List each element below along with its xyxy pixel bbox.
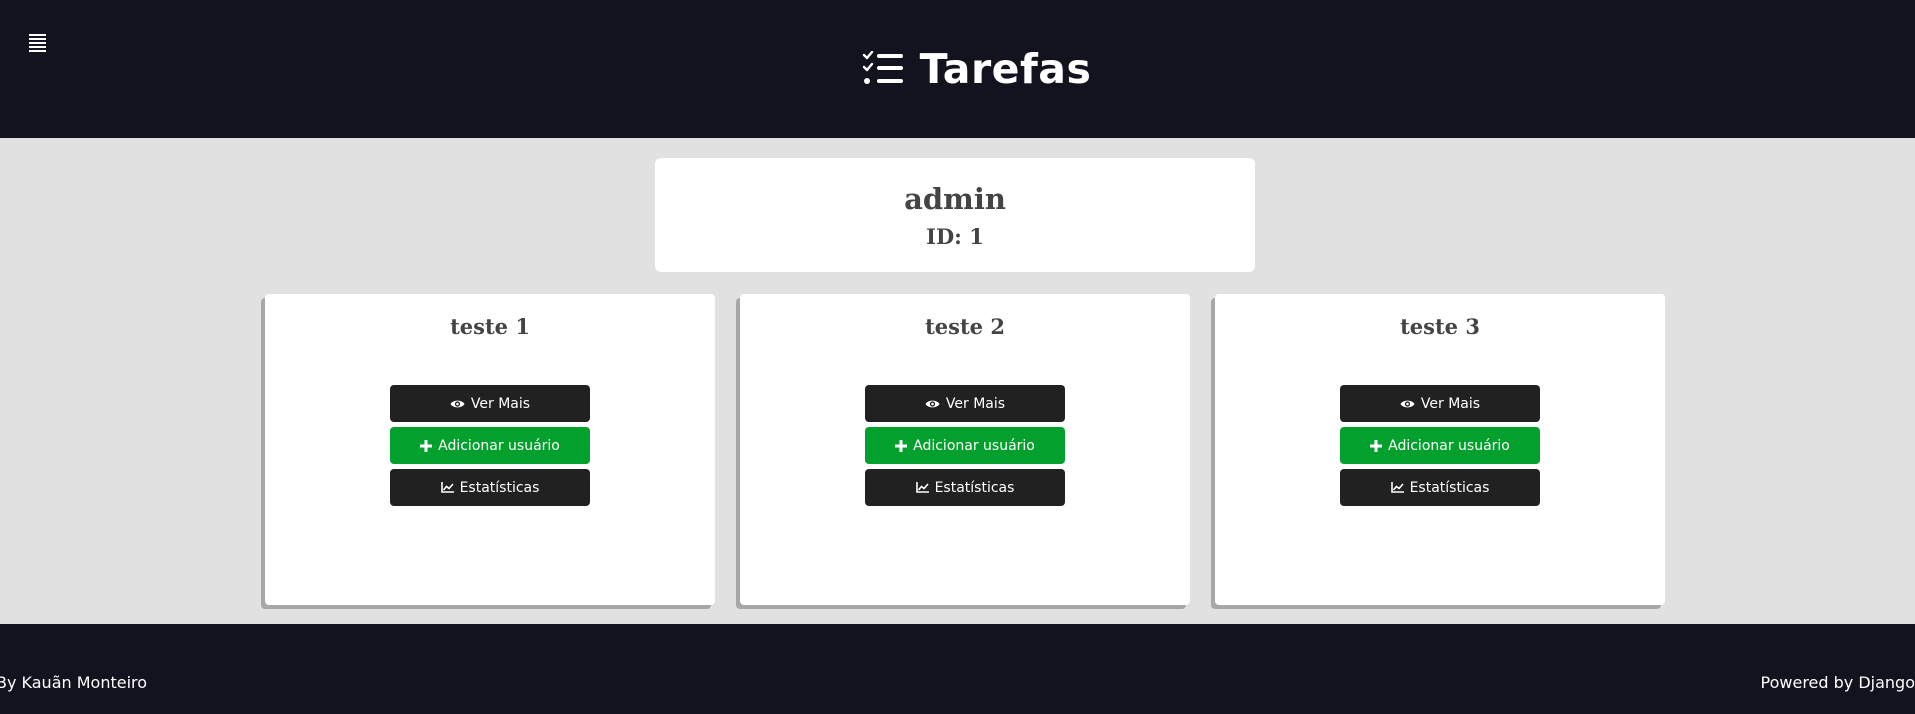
user-name: admin [904, 182, 1006, 216]
task-title: teste 2 [925, 314, 1005, 339]
view-more-label: Ver Mais [945, 395, 1006, 412]
statistics-button[interactable]: Estatísticas [1340, 469, 1540, 506]
view-more-button[interactable]: Ver Mais [865, 385, 1065, 422]
statistics-label: Estatísticas [459, 479, 540, 496]
task-title: teste 3 [1400, 314, 1480, 339]
view-more-label: Ver Mais [470, 395, 531, 412]
task-list-check-icon [862, 51, 903, 84]
add-user-label: Adicionar usuário [438, 437, 560, 454]
plus-icon [1370, 439, 1383, 452]
statistics-button[interactable]: Estatísticas [865, 469, 1065, 506]
task-card: teste 3 Ver Mais Adicionar usuário Estat… [1215, 294, 1665, 605]
view-more-button[interactable]: Ver Mais [1340, 385, 1540, 422]
page-title: Tarefas [919, 45, 1092, 93]
footer-powered-by: Powered by Django [1760, 673, 1915, 692]
eye-icon [925, 400, 940, 407]
eye-icon [450, 400, 465, 407]
add-user-button[interactable]: Adicionar usuário [1340, 427, 1540, 464]
statistics-label: Estatísticas [934, 479, 1015, 496]
add-user-button[interactable]: Adicionar usuário [865, 427, 1065, 464]
statistics-button[interactable]: Estatísticas [390, 469, 590, 506]
line-chart-icon [915, 482, 929, 493]
task-card: teste 2 Ver Mais Adicionar usuário Estat… [740, 294, 1190, 605]
line-chart-icon [1390, 482, 1404, 493]
task-title: teste 1 [450, 314, 530, 339]
brand-inner: Tarefas [862, 45, 1092, 93]
main-content: admin ID: 1 teste 1 Ver Mais Adicionar u… [0, 138, 1915, 624]
add-user-label: Adicionar usuário [1388, 437, 1510, 454]
view-more-button[interactable]: Ver Mais [390, 385, 590, 422]
footer: By Kauãn Monteiro Powered by Django [0, 624, 1915, 714]
footer-author: By Kauãn Monteiro [0, 673, 148, 692]
user-id: ID: 1 [926, 224, 984, 249]
statistics-label: Estatísticas [1409, 479, 1490, 496]
view-more-label: Ver Mais [1420, 395, 1481, 412]
add-user-button[interactable]: Adicionar usuário [390, 427, 590, 464]
add-user-label: Adicionar usuário [913, 437, 1035, 454]
line-chart-icon [440, 482, 454, 493]
brand: Tarefas [0, 0, 1915, 138]
top-header: Tarefas [0, 0, 1915, 138]
task-card: teste 1 Ver Mais Adicionar usuário Estat… [265, 294, 715, 605]
plus-icon [420, 439, 433, 452]
eye-icon [1400, 400, 1415, 407]
user-card: admin ID: 1 [655, 158, 1255, 272]
plus-icon [895, 439, 908, 452]
